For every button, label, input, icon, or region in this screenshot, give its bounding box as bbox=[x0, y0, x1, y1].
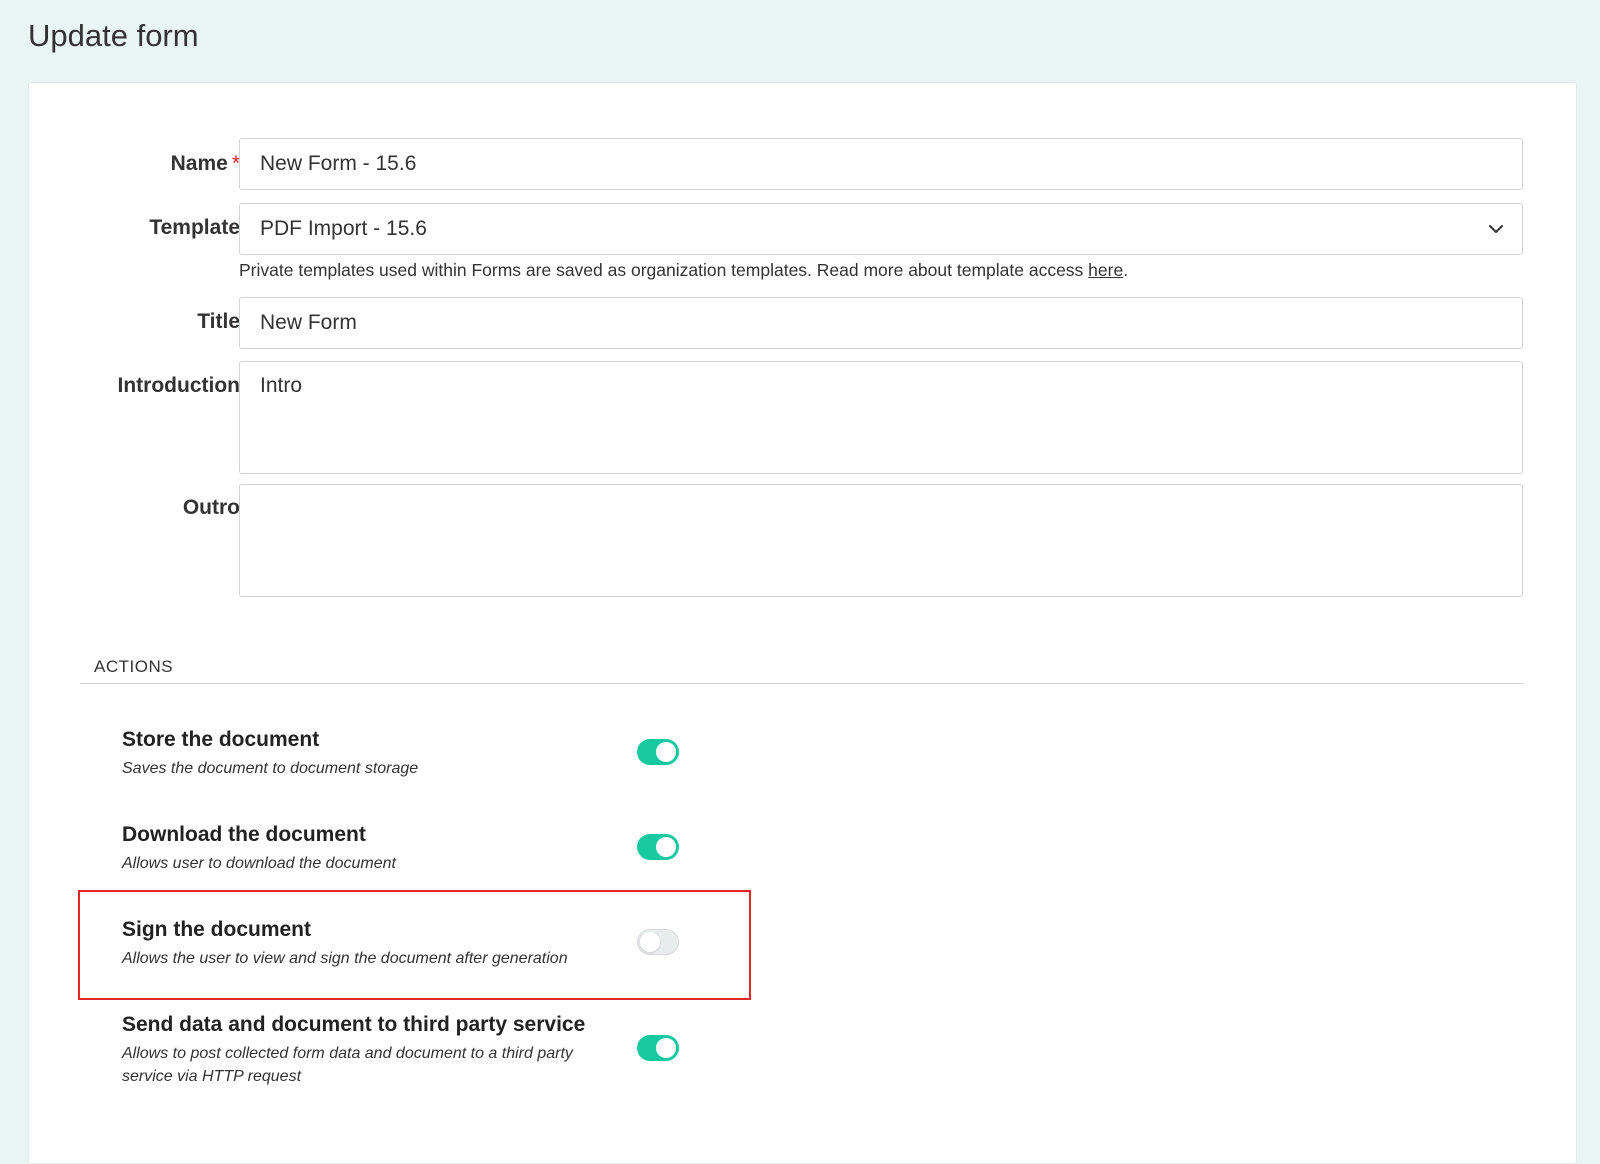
template-select[interactable]: PDF Import - 15.6 bbox=[239, 203, 1523, 255]
outro-label: Outro bbox=[182, 496, 240, 519]
title-label: Title bbox=[197, 310, 240, 333]
outro-textarea[interactable] bbox=[239, 484, 1523, 597]
introduction-textarea[interactable]: Intro bbox=[239, 361, 1523, 474]
action-description: Allows to post collected form data and d… bbox=[122, 1045, 573, 1085]
title-input-value: New Form bbox=[260, 311, 357, 334]
name-input-value: New Form - 15.6 bbox=[260, 152, 417, 175]
template-select-value: PDF Import - 15.6 bbox=[260, 217, 427, 240]
sign-document-toggle[interactable] bbox=[637, 929, 679, 955]
page-title: Update form bbox=[28, 18, 199, 53]
toggle-knob bbox=[656, 1038, 676, 1058]
download-document-toggle[interactable] bbox=[637, 834, 679, 860]
name-input[interactable]: New Form - 15.6 bbox=[239, 138, 1523, 190]
send-third-party-toggle[interactable] bbox=[637, 1035, 679, 1061]
template-label: Template bbox=[149, 216, 240, 239]
action-description: Allows user to download the document bbox=[122, 855, 396, 872]
name-label: Name * bbox=[170, 152, 240, 175]
form-card: Name * New Form - 15.6 Template PDF Impor… bbox=[28, 82, 1577, 1164]
template-access-link[interactable]: here bbox=[1088, 260, 1123, 280]
chevron-down-icon bbox=[1489, 225, 1503, 233]
title-input[interactable]: New Form bbox=[239, 297, 1523, 349]
section-divider bbox=[80, 683, 1524, 684]
toggle-knob bbox=[640, 932, 660, 952]
template-help-text: Private templates used within Forms are … bbox=[239, 260, 1129, 280]
toggle-knob bbox=[656, 837, 676, 857]
action-description: Saves the document to document storage bbox=[122, 760, 419, 777]
action-description: Allows the user to view and sign the doc… bbox=[122, 950, 568, 967]
introduction-textarea-value: Intro bbox=[260, 374, 303, 397]
store-document-toggle[interactable] bbox=[637, 739, 679, 765]
introduction-label: Introduction bbox=[117, 374, 240, 397]
toggle-knob bbox=[656, 742, 676, 762]
actions-section-title: ACTIONS bbox=[94, 657, 174, 676]
